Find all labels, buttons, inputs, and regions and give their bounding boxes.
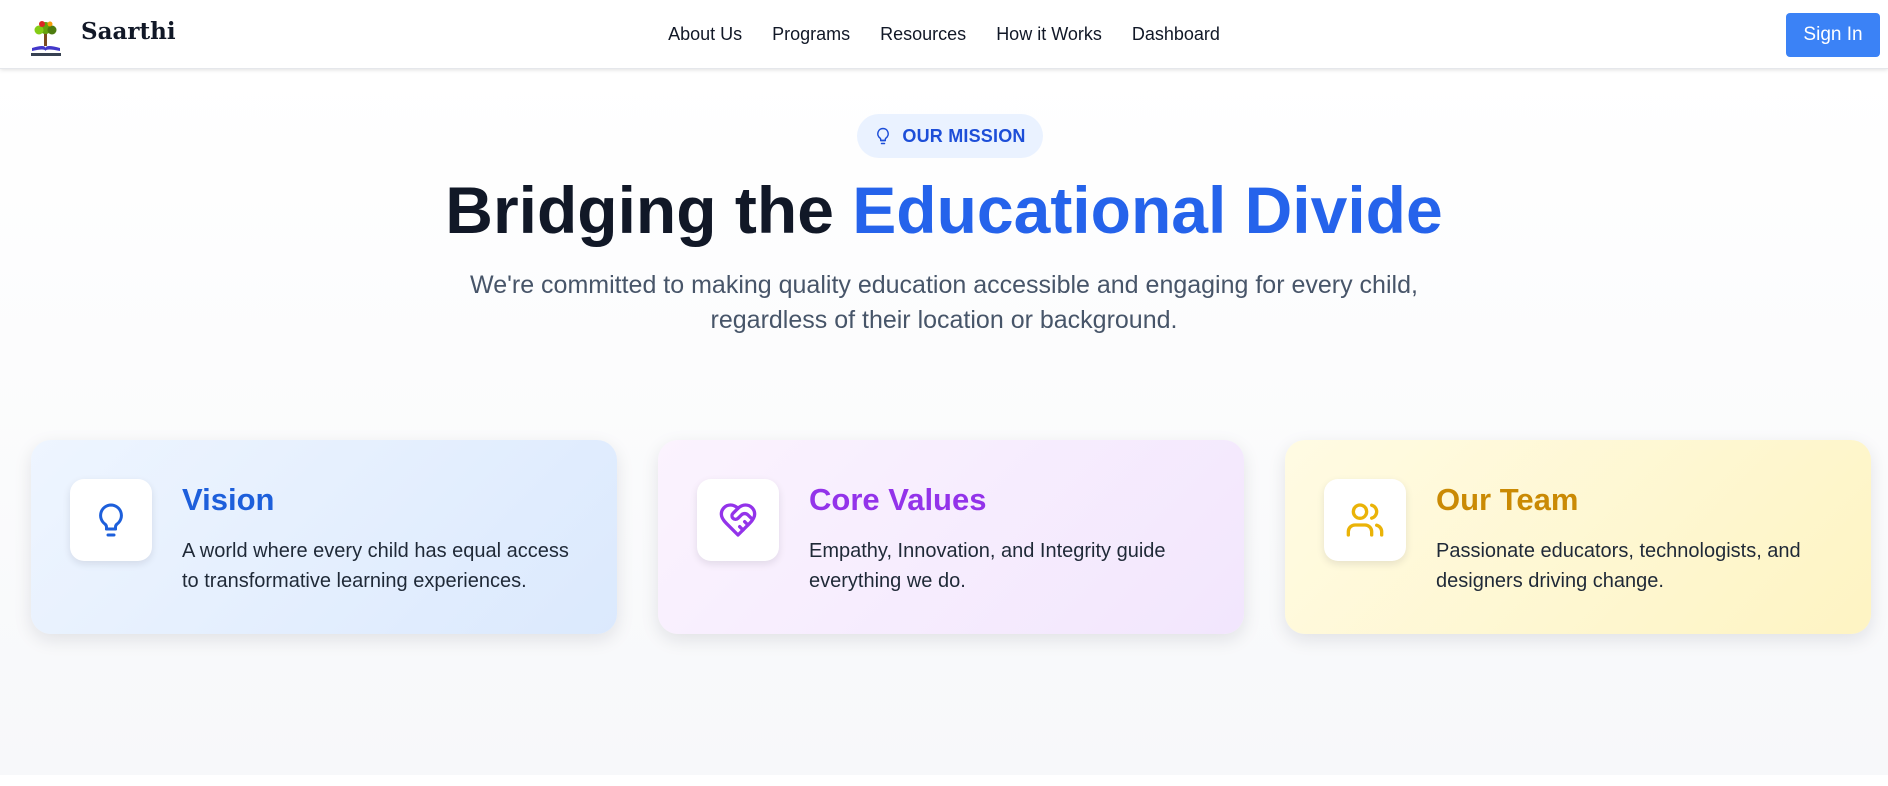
nav-programs[interactable]: Programs xyxy=(772,24,850,45)
values-icon-box xyxy=(697,479,779,561)
core-values-title: Core Values xyxy=(809,482,987,517)
nav-how-it-works[interactable]: How it Works xyxy=(996,24,1102,45)
top-navbar: Saarthi About Us Programs Resources How … xyxy=(0,0,1888,69)
users-icon xyxy=(1346,503,1384,537)
nav-dashboard[interactable]: Dashboard xyxy=(1132,24,1220,45)
tree-book-logo-icon[interactable] xyxy=(26,18,66,58)
title-main: Bridging the xyxy=(445,173,853,247)
vision-title: Vision xyxy=(182,482,275,517)
title-accent: Educational Divide xyxy=(852,173,1443,247)
page-title: Bridging the Educational Divide xyxy=(0,172,1888,248)
core-values-card: Core Values Empathy, Innovation, and Int… xyxy=(658,440,1244,634)
vision-text: A world where every child has equal acce… xyxy=(182,540,569,592)
lightbulb-icon xyxy=(99,503,123,537)
our-team-card: Our Team Passionate educators, technolog… xyxy=(1285,440,1871,634)
vision-icon-box xyxy=(70,479,152,561)
lightbulb-icon xyxy=(877,127,890,145)
vision-card: Vision A world where every child has equ… xyxy=(31,440,617,634)
core-values-text: Empathy, Innovation, and Integrity guide… xyxy=(809,540,1166,592)
nav-resources[interactable]: Resources xyxy=(880,24,966,45)
nav-about-us[interactable]: About Us xyxy=(668,24,742,45)
heart-handshake-icon xyxy=(719,503,757,537)
main-nav: About Us Programs Resources How it Works… xyxy=(0,0,1888,68)
mission-subtitle: We're committed to making quality educat… xyxy=(470,271,1418,334)
brand-name[interactable]: Saarthi xyxy=(81,18,176,45)
mission-badge-label: OUR MISSION xyxy=(902,125,1026,146)
sign-in-button[interactable]: Sign In xyxy=(1786,13,1880,57)
page-bottom xyxy=(0,775,1888,786)
our-team-text: Passionate educators, technologists, and… xyxy=(1436,540,1801,592)
mission-badge: OUR MISSION xyxy=(857,114,1043,158)
team-icon-box xyxy=(1324,479,1406,561)
our-team-title: Our Team xyxy=(1436,482,1579,517)
